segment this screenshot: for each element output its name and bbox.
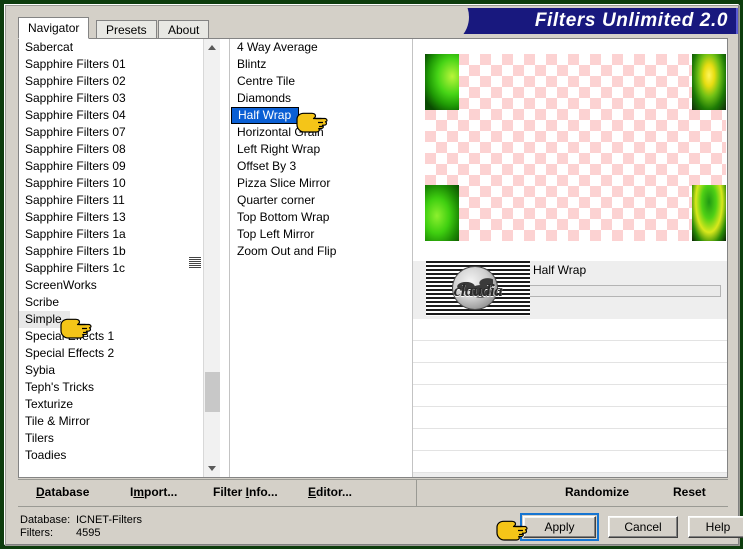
category-list-item[interactable]: Sapphire Filters 11 — [19, 192, 203, 209]
category-list-item[interactable]: Sapphire Filters 04 — [19, 107, 203, 124]
panel-divider-1 — [229, 39, 230, 477]
filter-list-item[interactable]: Zoom Out and Flip — [231, 243, 411, 260]
tab-presets[interactable]: Presets — [96, 20, 157, 38]
preview-corner-top-right — [692, 54, 726, 110]
logo-text: claudia — [453, 281, 503, 300]
parameter-row-empty-8 — [413, 473, 727, 477]
category-list-item[interactable]: Special Effects 2 — [19, 345, 203, 362]
parameter-row-empty-4[interactable] — [413, 385, 727, 407]
menubar-bottom-divider — [18, 506, 728, 507]
preview-corner-bottom-left — [425, 185, 459, 241]
parameter-pane: claudia Half Wrap — [412, 261, 727, 477]
menu-randomize[interactable]: Randomize — [565, 485, 629, 499]
category-list-item[interactable]: Sapphire Filters 03 — [19, 90, 203, 107]
category-list-item[interactable]: Sapphire Filters 1a — [19, 226, 203, 243]
category-list-item[interactable]: Teph's Tricks — [19, 379, 203, 396]
tab-about[interactable]: About — [158, 20, 210, 38]
category-list-item[interactable]: Sybia — [19, 362, 203, 379]
category-list-item[interactable]: Sapphire Filters 02 — [19, 73, 203, 90]
tab-strip: Navigator Presets About — [18, 17, 728, 39]
filter-list-item[interactable]: Left Right Wrap — [231, 141, 411, 158]
cancel-button[interactable]: Cancel — [608, 516, 678, 538]
category-list-item[interactable]: Tilers — [19, 430, 203, 447]
menu-bar: Database Import... Filter Info... Editor… — [18, 479, 728, 507]
filter-list-item[interactable]: Half Wrap — [231, 107, 300, 124]
category-list-item[interactable]: Sapphire Filters 1b — [19, 243, 203, 260]
preview-image — [425, 54, 726, 241]
filter-list-item[interactable]: Offset By 3 — [231, 158, 411, 175]
category-list-item[interactable]: Sapphire Filters 10 — [19, 175, 203, 192]
filter-list-item[interactable]: Quarter corner — [231, 192, 411, 209]
menubar-separator — [416, 479, 417, 507]
parameter-row-empty-6[interactable] — [413, 429, 727, 451]
preview-pane — [412, 39, 727, 261]
parameter-row-empty-3[interactable] — [413, 363, 727, 385]
filter-list-item[interactable]: Centre Tile — [231, 73, 411, 90]
category-list-item[interactable]: Texturize — [19, 396, 203, 413]
category-list-item[interactable]: Scribe — [19, 294, 203, 311]
filter-list-item[interactable]: 4 Way Average — [231, 39, 411, 56]
category-list-item[interactable]: Sapphire Filters 09 — [19, 158, 203, 175]
menu-reset[interactable]: Reset — [673, 485, 706, 499]
category-list-item[interactable]: Toadies — [19, 447, 203, 464]
category-list-item[interactable]: Tile & Mirror — [19, 413, 203, 430]
category-list-item[interactable]: Sapphire Filters 1c — [19, 260, 203, 277]
filter-list-item[interactable]: Diamonds — [231, 90, 411, 107]
preview-corner-top-left — [425, 54, 459, 110]
window-frame: Filters Unlimited 2.0 Navigator Presets … — [4, 4, 743, 546]
database-label: Database: — [20, 514, 71, 526]
filter-list-item[interactable]: Blintz — [231, 56, 411, 73]
tab-navigator[interactable]: Navigator — [18, 17, 90, 39]
scroll-down-arrow-icon[interactable] — [204, 460, 220, 477]
parameter-row-empty-5[interactable] — [413, 407, 727, 429]
menu-import[interactable]: Import... — [130, 485, 177, 499]
category-scrollbar[interactable] — [203, 39, 220, 477]
selected-filter-title: Half Wrap — [533, 263, 587, 277]
category-list-item[interactable]: Special Effects 1 — [19, 328, 203, 345]
filter-list[interactable]: 4 Way Average Blintz Centre Tile Diamonds Ha… — [231, 39, 411, 477]
menu-database[interactable]: Database — [36, 485, 89, 499]
filters-count: 4595 — [76, 527, 101, 539]
help-button[interactable]: Help — [688, 516, 743, 538]
category-list-item[interactable]: Simple — [19, 311, 70, 328]
filter-list-item[interactable]: Top Left Mirror — [231, 226, 411, 243]
parameter-row-empty-7[interactable] — [413, 451, 727, 473]
category-list-item[interactable]: Sapphire Filters 07 — [19, 124, 203, 141]
category-list-item[interactable]: Sabercat — [19, 39, 203, 56]
scroll-up-arrow-icon[interactable] — [204, 39, 220, 56]
filter-list-item[interactable]: Pizza Slice Mirror — [231, 175, 411, 192]
filters-label: Filters: — [20, 527, 53, 539]
scrollbar-thumb[interactable] — [205, 372, 220, 412]
navigator-panel: Sabercat Sapphire Filters 01 Sapphire Filt… — [18, 38, 728, 478]
menu-filter-info[interactable]: Filter Info... — [213, 485, 278, 499]
preview-corner-bottom-right — [692, 185, 726, 241]
parameter-row-empty-2[interactable] — [413, 341, 727, 363]
claudia-watermark-logo: claudia — [426, 261, 530, 316]
parameter-row-empty-1[interactable] — [413, 319, 727, 341]
application-window: Filters Unlimited 2.0 Navigator Presets … — [0, 0, 743, 549]
category-list-item[interactable]: ScreenWorks — [19, 277, 203, 294]
database-value: ICNET-Filters — [76, 514, 142, 526]
menubar-top-divider — [18, 479, 728, 480]
filter-list-item[interactable]: Horizontal Grain — [231, 124, 411, 141]
filter-list-scroll-hint-icon[interactable] — [189, 257, 201, 268]
category-list-item[interactable]: Sapphire Filters 01 — [19, 56, 203, 73]
category-list-item[interactable]: Sapphire Filters 13 — [19, 209, 203, 226]
category-list-item[interactable]: Sapphire Filters 08 — [19, 141, 203, 158]
category-list[interactable]: Sabercat Sapphire Filters 01 Sapphire Filt… — [19, 39, 203, 477]
apply-button[interactable]: Apply — [523, 516, 596, 538]
filter-list-item[interactable]: Top Bottom Wrap — [231, 209, 411, 226]
status-bar: Database: ICNET-Filters Filters: 4595 Ap… — [18, 510, 743, 544]
menu-editor[interactable]: Editor... — [308, 485, 352, 499]
